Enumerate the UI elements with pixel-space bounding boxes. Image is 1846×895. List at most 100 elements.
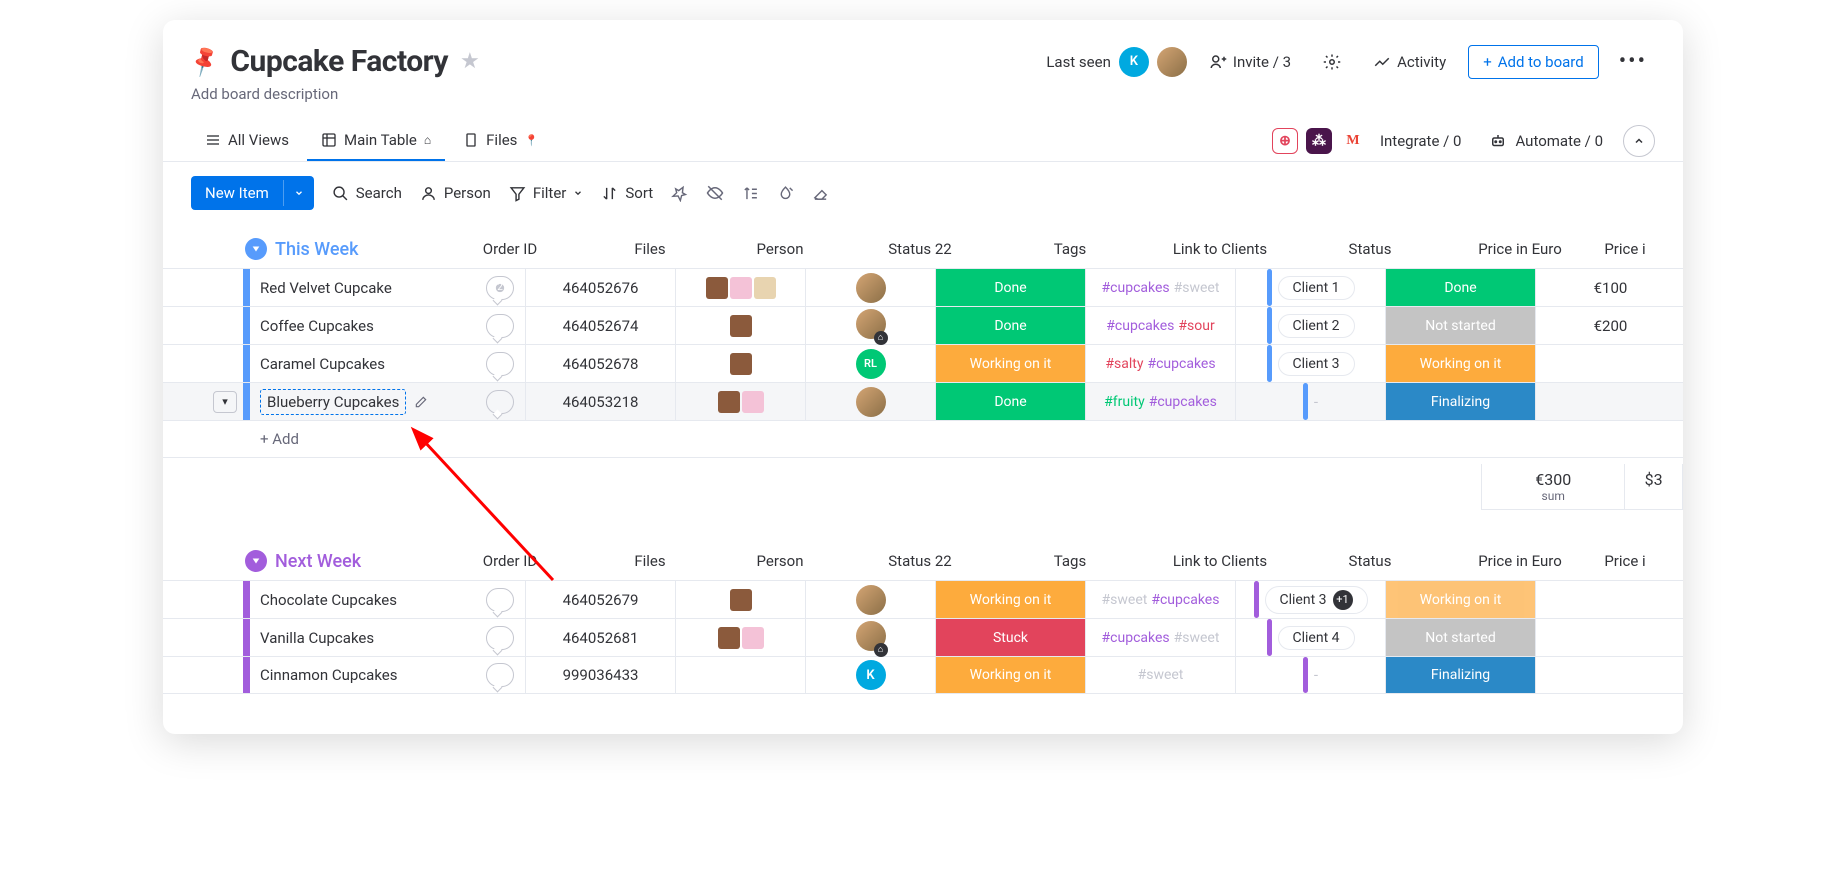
sort-button[interactable]: Sort [601,184,653,202]
item-name-cell[interactable]: Chocolate Cupcakes [250,581,475,618]
col-price[interactable]: Price i [1595,240,1655,258]
col-price-eur[interactable]: Price in Euro [1445,240,1595,258]
link-cell[interactable]: - [1235,657,1385,693]
activity-button[interactable]: Activity [1363,47,1456,77]
col-files[interactable]: Files [585,552,715,570]
file-thumbnail[interactable] [730,589,752,611]
tag[interactable]: #cupcakes [1102,630,1170,646]
link-cell[interactable]: Client 4 [1235,619,1385,656]
status22-cell[interactable]: Done [935,307,1085,344]
files-cell[interactable] [675,657,805,693]
file-thumbnail[interactable] [730,315,752,337]
person-cell[interactable]: RL [805,345,935,382]
chat-button[interactable] [486,352,514,376]
col-price-eur[interactable]: Price in Euro [1445,552,1595,570]
item-name-cell[interactable]: Vanilla Cupcakes [250,619,475,656]
item-name[interactable]: Blueberry Cupcakes [260,389,406,415]
status22-cell[interactable]: Working on it [935,345,1085,382]
tag[interactable]: #sweet [1174,630,1220,646]
tags-cell[interactable]: #sweet #cupcakes [1085,581,1235,618]
height-tool-button[interactable] [742,185,759,202]
chat-button[interactable] [486,314,514,338]
color-tool-button[interactable] [777,185,794,202]
person-cell[interactable]: K [805,657,935,693]
item-name-cell[interactable]: Coffee Cupcakes [250,307,475,344]
integrate-button[interactable]: ⊕ ⁂ M Integrate / 0 [1272,128,1462,154]
client-link[interactable]: Client 3 +1 [1265,586,1368,614]
col-person[interactable]: Person [715,552,845,570]
group-toggle[interactable] [245,550,267,572]
edit-icon[interactable] [414,395,428,409]
main-table-tab[interactable]: Main Table ⌂ [307,121,445,161]
files-tab[interactable]: Files 📍 [449,121,552,161]
price-eur-cell[interactable] [1535,383,1683,420]
status-cell[interactable]: Finalizing [1385,657,1535,693]
last-seen[interactable]: Last seen K [1046,47,1187,77]
link-cell[interactable]: Client 3 [1235,345,1385,382]
tag[interactable]: #sweet [1174,280,1220,296]
col-link-clients[interactable]: Link to Clients [1145,552,1295,570]
person-avatar[interactable] [856,273,886,303]
filter-button[interactable]: Filter [509,184,584,202]
col-order-id[interactable]: Order ID [435,552,585,570]
item-name[interactable]: Vanilla Cupcakes [260,629,374,647]
col-link-clients[interactable]: Link to Clients [1145,240,1295,258]
tags-cell[interactable]: #sweet [1085,657,1235,693]
status22-cell[interactable]: Done [935,269,1085,306]
person-cell[interactable]: ⌂ [805,619,935,656]
file-thumbnail[interactable] [718,627,740,649]
tag[interactable]: #fruity [1104,394,1145,410]
invite-button[interactable]: Invite / 3 [1199,47,1301,77]
item-name[interactable]: Caramel Cupcakes [260,355,385,373]
pin-tool-button[interactable] [671,185,688,202]
add-item-label[interactable]: + Add [250,430,475,448]
col-status22[interactable]: Status 22 [845,552,995,570]
price-eur-cell[interactable]: €100 [1535,269,1683,306]
col-status[interactable]: Status [1295,240,1445,258]
permissions-button[interactable] [1313,47,1351,77]
item-name[interactable]: Red Velvet Cupcake [260,279,392,297]
item-name[interactable]: Coffee Cupcakes [260,317,374,335]
avatar-photo[interactable] [1157,47,1187,77]
board-title[interactable]: Cupcake Factory [230,44,448,79]
client-link[interactable]: Client 3 [1278,352,1355,376]
person-avatar[interactable]: K [856,660,886,690]
automate-button[interactable]: Automate / 0 [1489,132,1603,150]
item-name[interactable]: Cinnamon Cupcakes [260,666,397,684]
col-tags[interactable]: Tags [995,240,1145,258]
client-link[interactable]: Client 1 [1278,276,1355,300]
price-eur-cell[interactable] [1535,619,1683,656]
search-button[interactable]: Search [332,184,402,202]
group-toggle[interactable] [245,238,267,260]
col-status[interactable]: Status [1295,552,1445,570]
item-name-cell[interactable]: Cinnamon Cupcakes [250,657,475,693]
col-files[interactable]: Files [585,240,715,258]
client-link[interactable]: Client 4 [1278,626,1355,650]
board-description[interactable]: Add board description [163,79,1683,121]
item-name-cell[interactable]: Red Velvet Cupcake [250,269,475,306]
chat-button[interactable] [486,626,514,650]
status22-cell[interactable]: Done [935,383,1085,420]
file-thumbnail[interactable] [718,391,740,413]
new-item-dropdown[interactable] [283,180,314,206]
tags-cell[interactable]: #salty #cupcakes [1085,345,1235,382]
all-views-tab[interactable]: All Views [191,121,303,161]
person-cell[interactable] [805,269,935,306]
files-cell[interactable] [675,619,805,656]
person-cell[interactable] [805,581,935,618]
item-name-cell[interactable]: Blueberry Cupcakes [250,383,475,420]
tag[interactable]: #sweet [1102,592,1148,608]
add-item-row[interactable]: + Add [163,420,1683,458]
tags-cell[interactable]: #cupcakes #sweet [1085,619,1235,656]
order-id-cell[interactable]: 464052678 [525,345,675,382]
tag[interactable]: #sweet [1138,667,1184,683]
file-thumbnail[interactable] [742,627,764,649]
erase-tool-button[interactable] [812,185,829,202]
file-thumbnail[interactable] [754,277,776,299]
row-menu-button[interactable]: ▾ [213,391,237,413]
person-cell[interactable] [805,383,935,420]
chat-button[interactable]: 2 [486,276,514,300]
order-id-cell[interactable]: 999036433 [525,657,675,693]
chat-button[interactable] [486,390,514,414]
file-thumbnail[interactable] [706,277,728,299]
